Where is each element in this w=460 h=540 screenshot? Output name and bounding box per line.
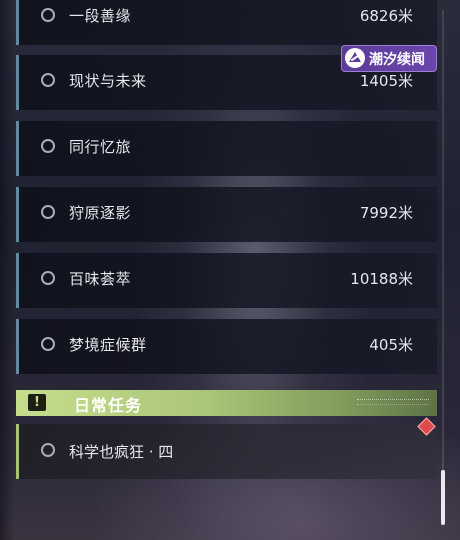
quest-name: 狩原逐影 [69,204,132,222]
radio-unchecked-icon [41,443,55,457]
radio-unchecked-icon [41,8,55,22]
radio-unchecked-icon [41,271,55,285]
quest-distance: 10188米 [350,270,413,288]
tide-logo-icon [345,48,365,68]
left-rail [0,0,14,540]
radio-unchecked-icon [41,205,55,219]
quest-name: 科学也疯狂 · 四 [69,443,174,461]
quest-distance: 1405米 [359,72,413,90]
quest-item[interactable]: 同行忆旅 [16,121,437,176]
quest-item[interactable]: 百味荟萃 10188米 [16,253,437,308]
daily-quest-item[interactable]: 科学也疯狂 · 四 [16,424,437,479]
brand-label: 潮汐续闻 [369,52,425,68]
quest-distance: 6826米 [359,7,413,25]
quest-name: 现状与未来 [69,72,147,90]
quest-distance: 405米 [369,336,413,354]
exclamation-icon: ! [28,394,46,411]
radio-unchecked-icon [41,337,55,351]
scrollbar-thumb[interactable] [441,470,445,525]
brand-badge: 潮汐续闻 [341,45,437,72]
daily-quests-header[interactable]: ! 日常任务 [16,390,437,416]
quest-name: 百味荟萃 [69,270,132,288]
quest-name: 一段善缘 [69,7,132,25]
header-decoration [357,399,429,405]
scrollbar-track[interactable] [442,10,444,525]
quest-panel: 一段善缘 6826米 现状与未来 1405米 同行忆旅 狩原逐影 7992米 百… [0,0,460,540]
quest-item[interactable]: 狩原逐影 7992米 [16,187,437,242]
quest-item[interactable]: 梦境症候群 405米 [16,319,437,374]
quest-name: 同行忆旅 [69,138,132,156]
quest-item[interactable]: 一段善缘 6826米 [16,0,437,45]
quest-distance: 7992米 [359,204,413,222]
quest-name: 梦境症候群 [69,336,147,354]
radio-unchecked-icon [41,139,55,153]
radio-unchecked-icon [41,73,55,87]
daily-quests-title: 日常任务 [74,396,143,415]
